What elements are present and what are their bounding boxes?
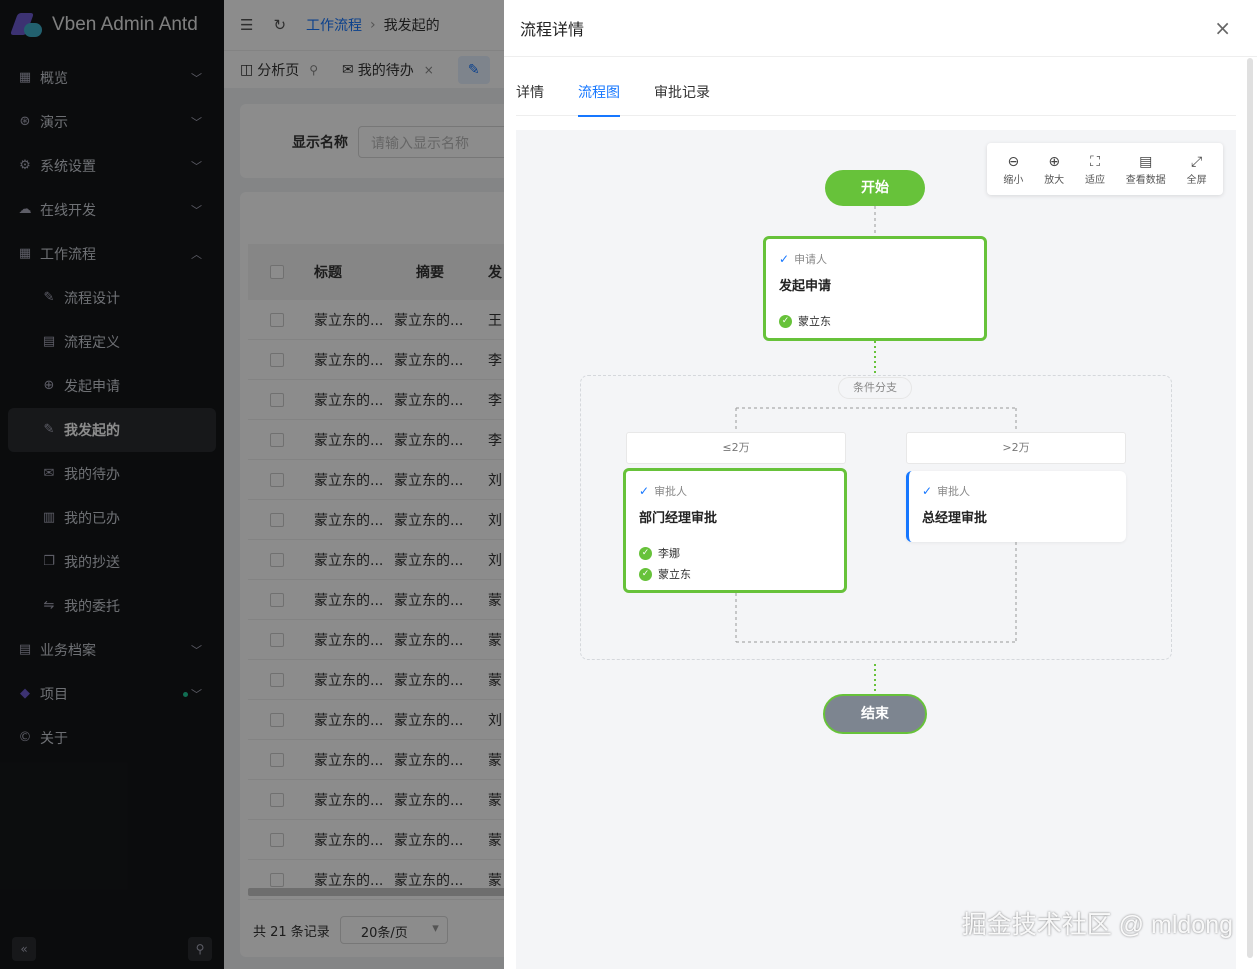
flow-canvas[interactable]: ⊖ 缩小 ⊕ 放大 ⛶ 适应 ▤ 查看数据 ⤢ 全屏 开始 ✓ 申请人 发起申请 ✓ 蒙立东 …: [516, 130, 1236, 969]
role-label: 申请人: [794, 253, 828, 266]
role-label: 审批人: [937, 485, 971, 498]
tab-flow-chart[interactable]: 流程图: [578, 74, 620, 117]
tab-approval-records[interactable]: 审批记录: [654, 74, 710, 116]
drawer-scrollbar[interactable]: [1247, 58, 1253, 958]
flow-toolbar: ⊖ 缩小 ⊕ 放大 ⛶ 适应 ▤ 查看数据 ⤢ 全屏: [987, 143, 1223, 195]
tool-label: 查看数据: [1125, 174, 1166, 186]
user-name: 蒙立东: [658, 568, 691, 581]
fullscreen-icon: ⤢: [1190, 153, 1203, 170]
check-circle-icon: ✓: [779, 314, 792, 328]
condition-branch-label[interactable]: 条件分支: [838, 377, 912, 399]
tab-details[interactable]: 详情: [516, 74, 544, 116]
tool-label: 缩小: [1003, 174, 1024, 186]
drawer-header: 流程详情: [504, 0, 1257, 57]
flow-detail-drawer: 流程详情 × 详情 流程图 审批记录 ⊖ 缩小 ⊕ 放大 ⛶ 适应 ▤ 查看数据 ⤢ 全屏…: [504, 0, 1257, 969]
check-icon: ✓: [639, 484, 650, 498]
fullscreen-button[interactable]: ⤢ 全屏: [1187, 153, 1207, 186]
view-data-button[interactable]: ▤ 查看数据: [1126, 153, 1166, 186]
document-icon: ▤: [1139, 153, 1153, 170]
user-name: 蒙立东: [798, 315, 831, 328]
node-role: ✓ 审批人: [922, 483, 970, 499]
zoom-in-button[interactable]: ⊕ 放大: [1044, 153, 1064, 186]
user-name: 李娜: [658, 547, 680, 560]
dept-manager-node[interactable]: ✓ 审批人 部门经理审批 ✓ 李娜 ✓ 蒙立东: [623, 468, 847, 593]
node-title: 总经理审批: [922, 511, 988, 526]
zoom-out-button[interactable]: ⊖ 缩小: [1003, 153, 1023, 186]
check-circle-icon: ✓: [639, 546, 652, 560]
tool-label: 全屏: [1186, 174, 1207, 186]
fit-button[interactable]: ⛶ 适应: [1085, 153, 1105, 186]
node-title: 部门经理审批: [639, 511, 718, 526]
check-circle-icon: ✓: [639, 567, 652, 581]
check-icon: ✓: [779, 252, 790, 266]
node-role: ✓ 审批人: [639, 483, 687, 499]
drawer-title: 流程详情: [520, 20, 585, 39]
check-icon: ✓: [922, 484, 933, 498]
node-user: ✓ 蒙立东: [639, 566, 691, 582]
node-title: 发起申请: [779, 279, 832, 294]
close-icon[interactable]: ×: [1214, 16, 1231, 40]
node-user: ✓ 李娜: [639, 545, 680, 561]
start-node[interactable]: 开始: [825, 170, 925, 206]
node-user: ✓ 蒙立东: [779, 313, 831, 329]
end-node[interactable]: 结束: [823, 694, 927, 734]
zoom-in-icon: ⊕: [1048, 153, 1061, 170]
branch-condition-left[interactable]: ≤2万: [626, 432, 846, 464]
branch-condition-right[interactable]: >2万: [906, 432, 1126, 464]
zoom-out-icon: ⊖: [1007, 153, 1020, 170]
tool-label: 适应: [1084, 174, 1105, 186]
role-label: 审批人: [654, 485, 688, 498]
drawer-tabs: 详情 流程图 审批记录: [516, 74, 1236, 117]
general-manager-node[interactable]: ✓ 审批人 总经理审批: [906, 471, 1126, 542]
watermark: 掘金技术社区 @ mldong: [961, 911, 1233, 939]
fit-icon: ⛶: [1090, 153, 1100, 170]
applicant-node[interactable]: ✓ 申请人 发起申请 ✓ 蒙立东: [763, 236, 987, 341]
node-role: ✓ 申请人: [779, 251, 827, 267]
tool-label: 放大: [1044, 174, 1065, 186]
